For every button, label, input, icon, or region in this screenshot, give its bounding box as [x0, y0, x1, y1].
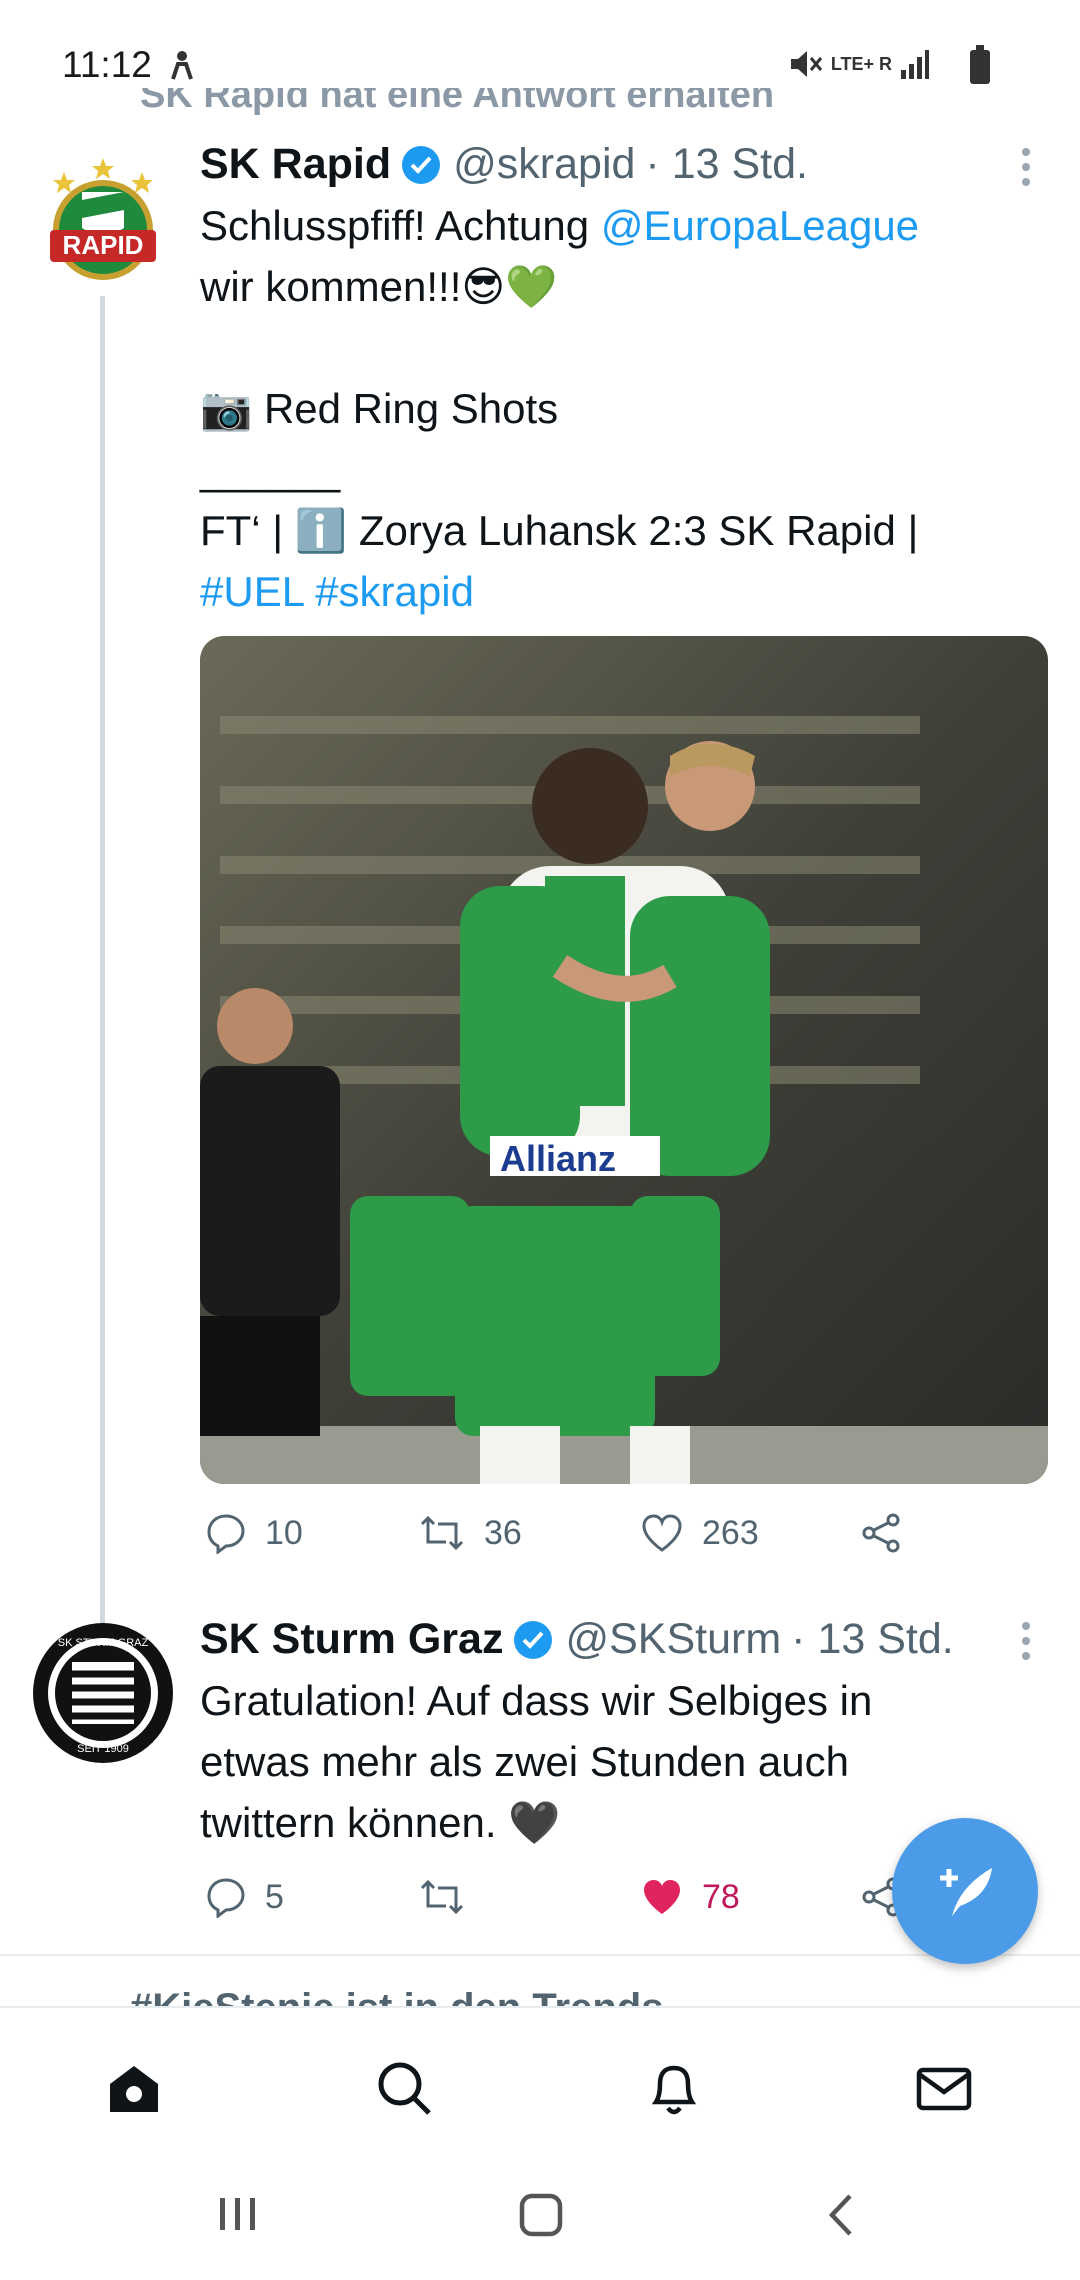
retweet-icon — [420, 1515, 464, 1551]
tweet-divider — [0, 1954, 1080, 1956]
verified-badge-icon — [402, 145, 441, 184]
tweet1-text: Schlusspfiff! Achtung @EuropaLeague wir … — [200, 195, 1040, 622]
tweet2-author-name[interactable]: SK Sturm Graz — [200, 1615, 503, 1664]
tweet1-line4: ______ — [200, 446, 341, 493]
network-label: LTE+ R — [830, 53, 892, 74]
tweet2-reply-count: 5 — [265, 1877, 284, 1916]
battery-icon — [970, 45, 990, 84]
compose-tweet-button[interactable] — [892, 1818, 1038, 1964]
tweet1-line5: FT‘ | ℹ️ Zorya Luhansk 2:3 SK Rapid | — [200, 507, 919, 554]
retweet-icon — [420, 1879, 464, 1915]
nav-messages[interactable] — [914, 2058, 974, 2123]
sk-sturm-graz-avatar[interactable]: SK STURM GRAZ SEIT 1909 — [32, 1622, 174, 1764]
recent-apps-button[interactable] — [216, 2194, 260, 2239]
recents-icon — [220, 2198, 255, 2230]
tweet2-text: Gratulation! Auf dass wir Selbiges in et… — [200, 1670, 1040, 1853]
status-time: 11:12 — [62, 44, 152, 85]
tweet1-line3: 📷 Red Ring Shots — [200, 385, 559, 432]
hashtag-skrapid[interactable]: #skrapid — [315, 568, 474, 615]
tweet2-header: SK Sturm Graz @SKSturm · 13 Std. — [200, 1615, 954, 1664]
accessibility-icon — [168, 50, 196, 85]
tweet2-like-button[interactable]: 78 — [640, 1876, 740, 1918]
back-chevron-icon — [828, 2194, 852, 2236]
mute-icon — [790, 51, 822, 77]
signal-icon — [901, 50, 929, 79]
tweet1-photo[interactable]: Allianz — [200, 636, 1048, 1484]
home-button[interactable] — [518, 2192, 564, 2243]
tweet2-like-count: 78 — [702, 1877, 740, 1916]
tweet2-more-icon[interactable] — [1022, 1622, 1032, 1667]
back-button[interactable] — [822, 2192, 862, 2243]
sk-rapid-avatar[interactable]: RAPID — [44, 150, 162, 290]
bell-icon — [651, 2065, 697, 2115]
sturm-avatar-top-text: SK STURM GRAZ — [58, 1637, 149, 1649]
tweet1-line2: wir kommen!!!😎💚 — [200, 263, 558, 310]
tweet2-line2: etwas mehr als zwei Stunden auch — [200, 1738, 850, 1785]
reply-context-text: SK Rapid hat eine Antwort erhalten — [140, 88, 775, 116]
verified-badge-icon — [514, 1620, 553, 1659]
tweet2-handle[interactable]: @SKSturm — [565, 1615, 781, 1664]
tweet1-reply-button[interactable]: 10 — [205, 1512, 303, 1554]
compose-feather-icon — [940, 1868, 992, 1916]
search-icon — [378, 2062, 431, 2115]
tweet1-timestamp[interactable]: · 13 Std. — [645, 140, 808, 189]
tweet1-handle[interactable]: @skrapid — [453, 140, 635, 189]
nav-home[interactable] — [104, 2058, 164, 2123]
share-icon — [862, 1513, 900, 1553]
tweet1-like-button[interactable]: 263 — [640, 1512, 759, 1554]
mail-icon — [916, 2067, 972, 2111]
tweet2-reply-button[interactable]: 5 — [205, 1876, 284, 1918]
tweet1-retweet-count: 36 — [484, 1513, 522, 1552]
rapid-avatar-text: RAPID — [63, 230, 144, 260]
thread-connector — [100, 296, 105, 1626]
heart-icon — [642, 1514, 682, 1552]
tweet1-reply-count: 10 — [265, 1513, 303, 1552]
sturm-avatar-bottom-text: SEIT 1909 — [77, 1743, 129, 1755]
tweet1-retweet-button[interactable]: 36 — [418, 1512, 522, 1554]
trend-teaser[interactable]: #KieStenie ist in den Trends — [130, 1982, 663, 2006]
trend-teaser-text: #KieStenie ist in den Trends — [130, 1986, 663, 2006]
mention-europaleague[interactable]: @EuropaLeague — [601, 202, 919, 249]
nav-search[interactable] — [374, 2058, 434, 2123]
heart-filled-icon — [644, 1880, 680, 1914]
nav-notifications[interactable] — [644, 2058, 704, 2123]
reply-icon — [207, 1878, 245, 1918]
tweet2-retweet-button[interactable] — [418, 1876, 484, 1918]
hashtag-uel[interactable]: #UEL — [200, 568, 304, 615]
tweet1-more-icon[interactable] — [1022, 148, 1032, 193]
status-icons: LTE+ R — [789, 48, 930, 80]
tweet1-header: SK Rapid @skrapid · 13 Std. — [200, 140, 808, 189]
home-square-icon — [519, 2193, 563, 2237]
tweet1-author-name[interactable]: SK Rapid — [200, 140, 391, 189]
home-icon — [110, 2066, 158, 2112]
tweet1-share-button[interactable] — [860, 1512, 920, 1554]
svg-text:Allianz: Allianz — [500, 1138, 616, 1179]
system-nav-bar — [0, 2160, 1080, 2280]
reply-icon — [207, 1514, 245, 1554]
tweet2-timestamp[interactable]: · 13 Std. — [791, 1615, 954, 1664]
reply-context[interactable]: SK Rapid hat eine Antwort erhalten — [140, 88, 774, 118]
tweet2-line1: Gratulation! Auf dass wir Selbiges in — [200, 1677, 873, 1724]
tweet1-like-count: 263 — [702, 1513, 759, 1552]
tweet1-line1: Schlusspfiff! Achtung — [200, 202, 601, 249]
